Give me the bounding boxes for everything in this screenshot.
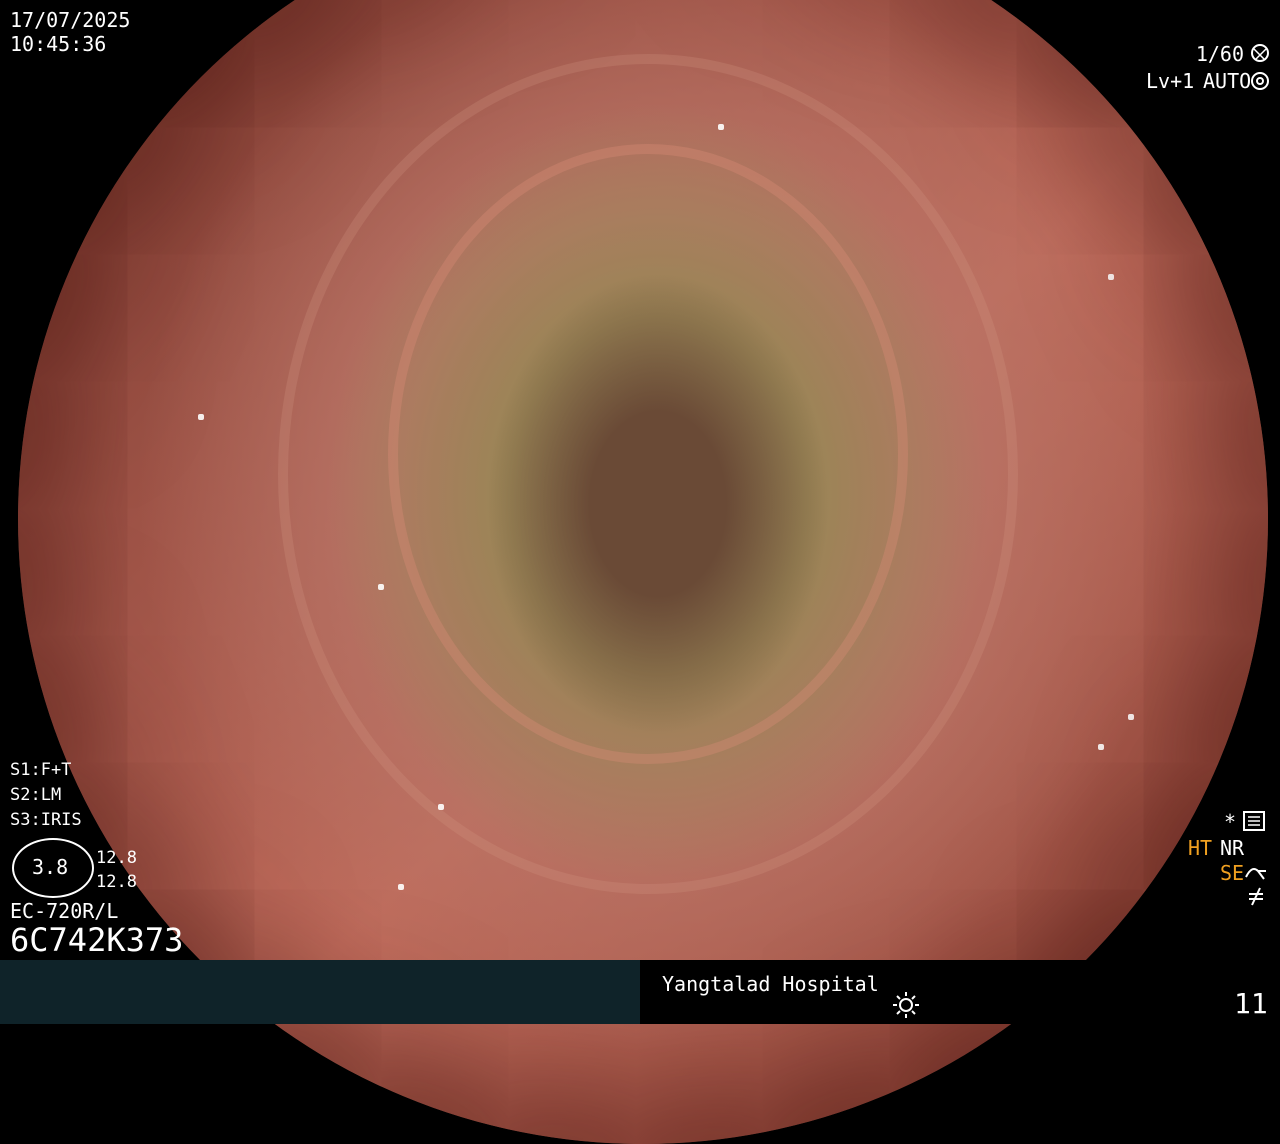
- aperture-icon: [1251, 44, 1269, 62]
- level-label: Lv+1: [1146, 69, 1195, 93]
- hospital-name: Yangtalad Hospital: [662, 972, 879, 996]
- mucosal-fold: [278, 54, 1018, 894]
- not-equal-icon: [1249, 887, 1263, 906]
- footer-left-bar: [0, 960, 640, 1024]
- gauge-lower: 12.8: [96, 872, 137, 892]
- gauge-value: 3.8: [32, 855, 69, 879]
- mucosal-fold: [388, 144, 908, 764]
- setting-s3: S3:IRIS: [10, 810, 82, 830]
- scope-serial: 6C742K373: [10, 921, 184, 959]
- time-label: 10:45:36: [10, 32, 107, 56]
- light-reflection: [378, 584, 384, 590]
- light-reflection: [438, 804, 444, 810]
- frame-number: 11: [1234, 987, 1268, 1020]
- light-sun-icon: [893, 992, 919, 1018]
- light-reflection: [1098, 744, 1104, 750]
- se-indicator: SE: [1220, 861, 1245, 885]
- mode-label: AUTO: [1203, 69, 1252, 93]
- light-reflection: [398, 884, 404, 890]
- shutter-label: 1/60: [1195, 42, 1244, 66]
- scope-model: EC-720R/L: [10, 899, 119, 923]
- nr-indicator: NR: [1220, 836, 1245, 860]
- light-reflection: [1108, 274, 1114, 280]
- auto-iris-icon: [1251, 72, 1269, 90]
- date-label: 17/07/2025: [10, 8, 131, 32]
- setting-s1: S1:F+T: [10, 760, 72, 780]
- ht-indicator: HT: [1188, 836, 1213, 860]
- gauge-upper: 12.8: [96, 848, 137, 868]
- setting-s2: S2:LM: [10, 785, 62, 805]
- star-indicator: *: [1224, 810, 1237, 834]
- curve-icon: [1245, 868, 1266, 880]
- light-reflection: [1128, 714, 1134, 720]
- light-reflection: [198, 414, 204, 420]
- light-reflection: [718, 124, 724, 130]
- settings-sliders-icon: [1243, 811, 1265, 831]
